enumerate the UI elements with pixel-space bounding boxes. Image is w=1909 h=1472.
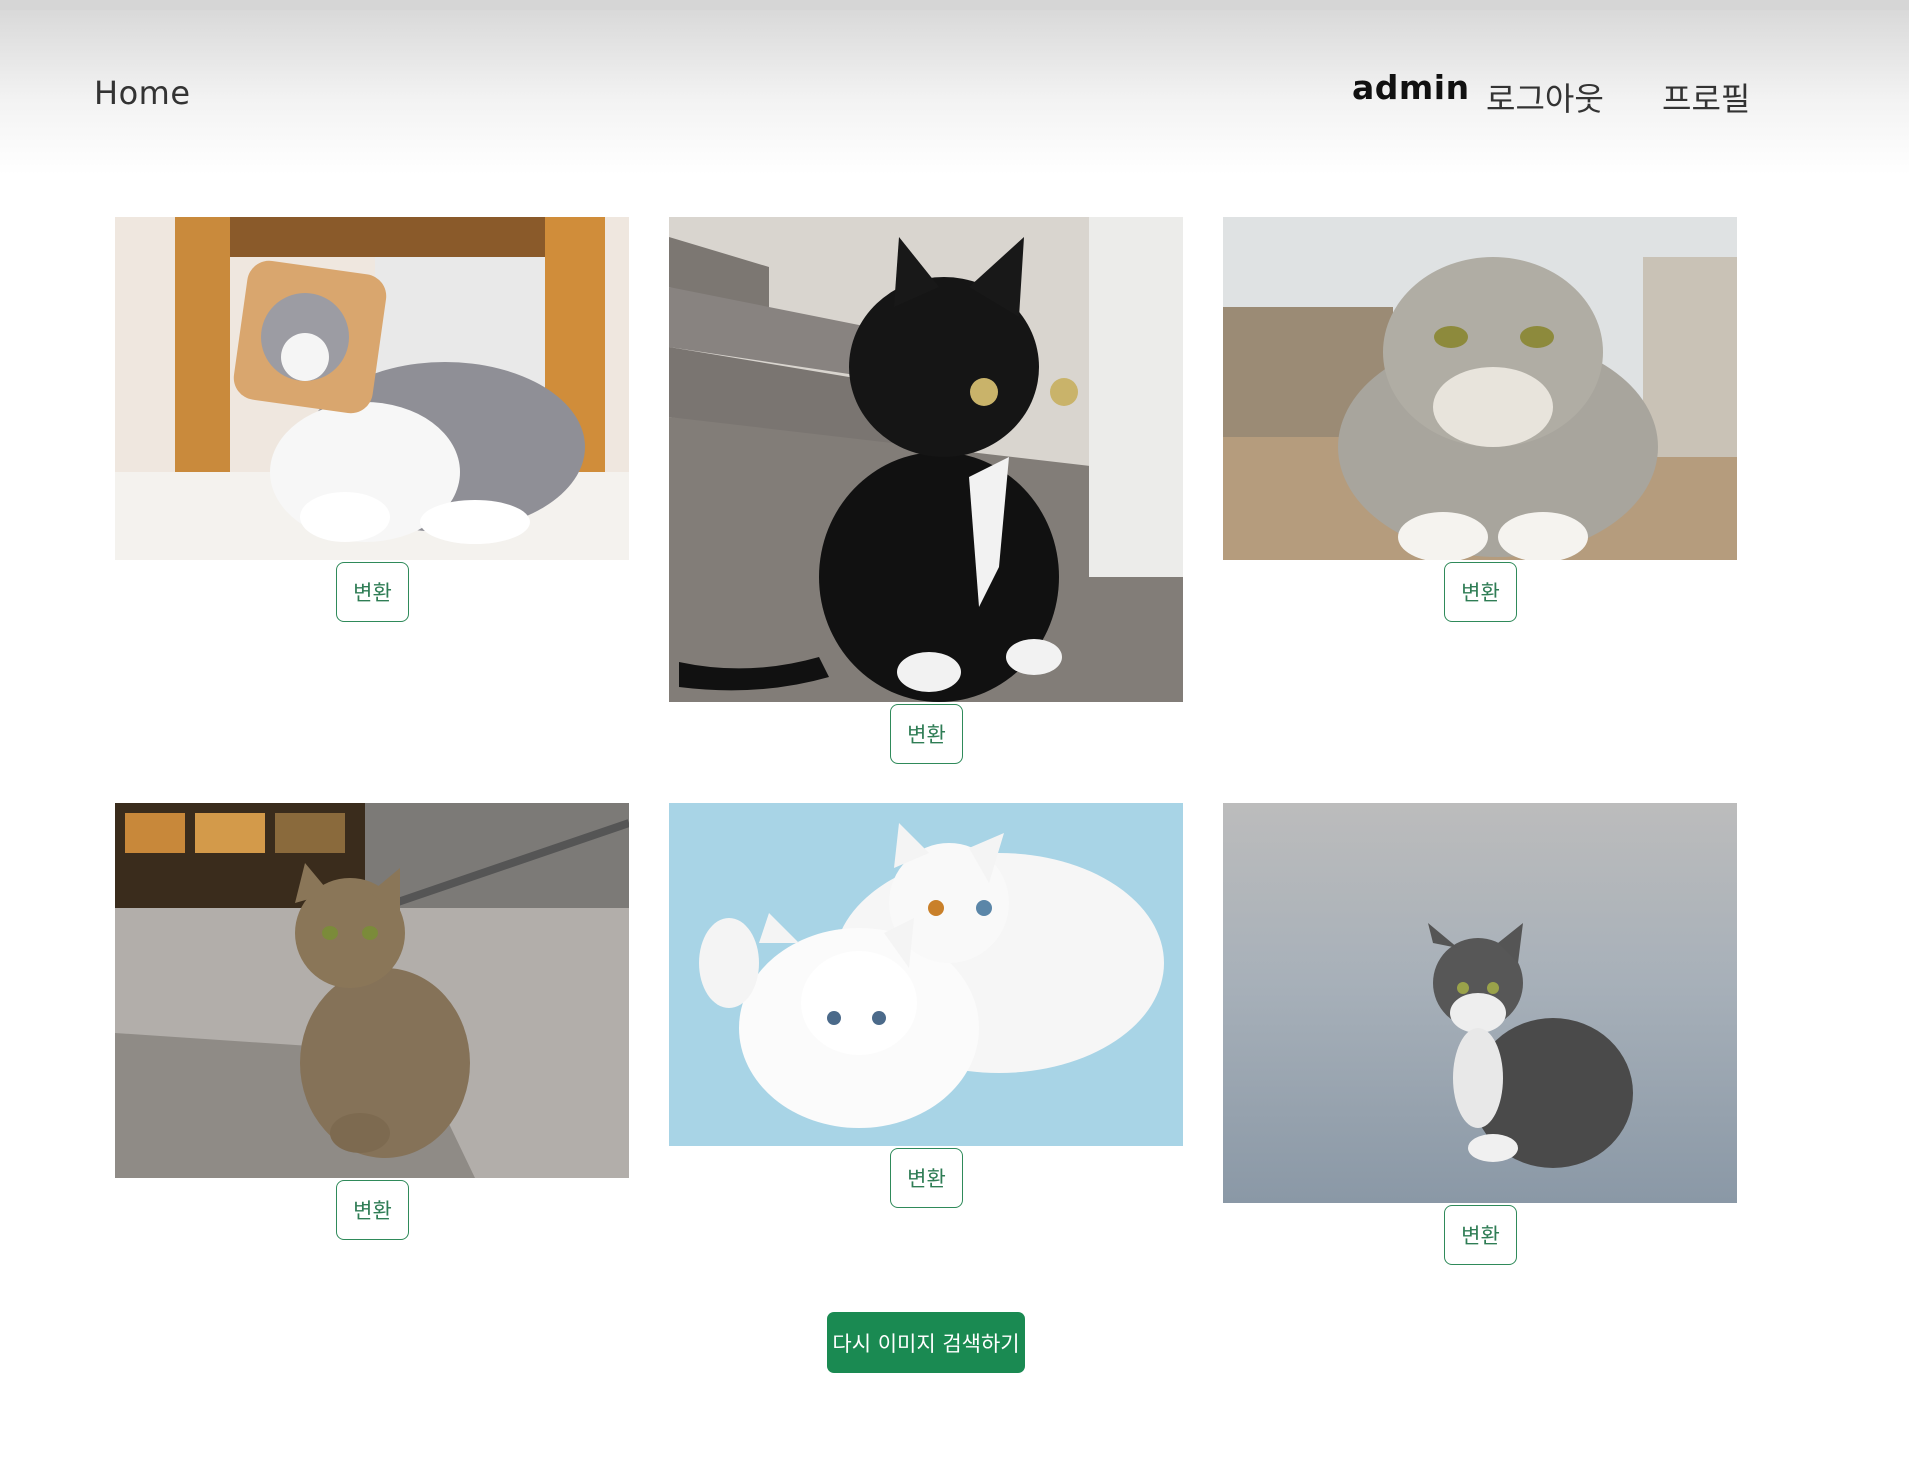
black-cat-on-stairs-image — [669, 217, 1183, 702]
convert-button[interactable]: 변환 — [890, 704, 963, 764]
tabby-cat-on-granite-floor-image — [115, 803, 629, 1178]
scottish-fold-cat-image — [1223, 217, 1737, 560]
convert-button[interactable]: 변환 — [890, 1148, 963, 1208]
top-nav-bar: Home admin 로그아웃 프로필 — [0, 10, 1909, 175]
convert-button[interactable]: 변환 — [1444, 562, 1517, 622]
striped-cat-outdoors-image — [1223, 803, 1737, 1203]
nav-logout-link[interactable]: 로그아웃 — [1486, 74, 1604, 120]
cat-bread-on-head-image — [115, 217, 629, 560]
convert-button[interactable]: 변환 — [336, 1180, 409, 1240]
two-white-cats-image — [669, 803, 1183, 1146]
search-again-button[interactable]: 다시 이미지 검색하기 — [827, 1312, 1025, 1373]
nav-home-link[interactable]: Home — [94, 74, 191, 112]
convert-button[interactable]: 변환 — [336, 562, 409, 622]
nav-profile-link[interactable]: 프로필 — [1662, 74, 1750, 120]
top-border — [0, 0, 1909, 10]
nav-username: admin — [1352, 68, 1470, 107]
convert-button[interactable]: 변환 — [1444, 1205, 1517, 1265]
